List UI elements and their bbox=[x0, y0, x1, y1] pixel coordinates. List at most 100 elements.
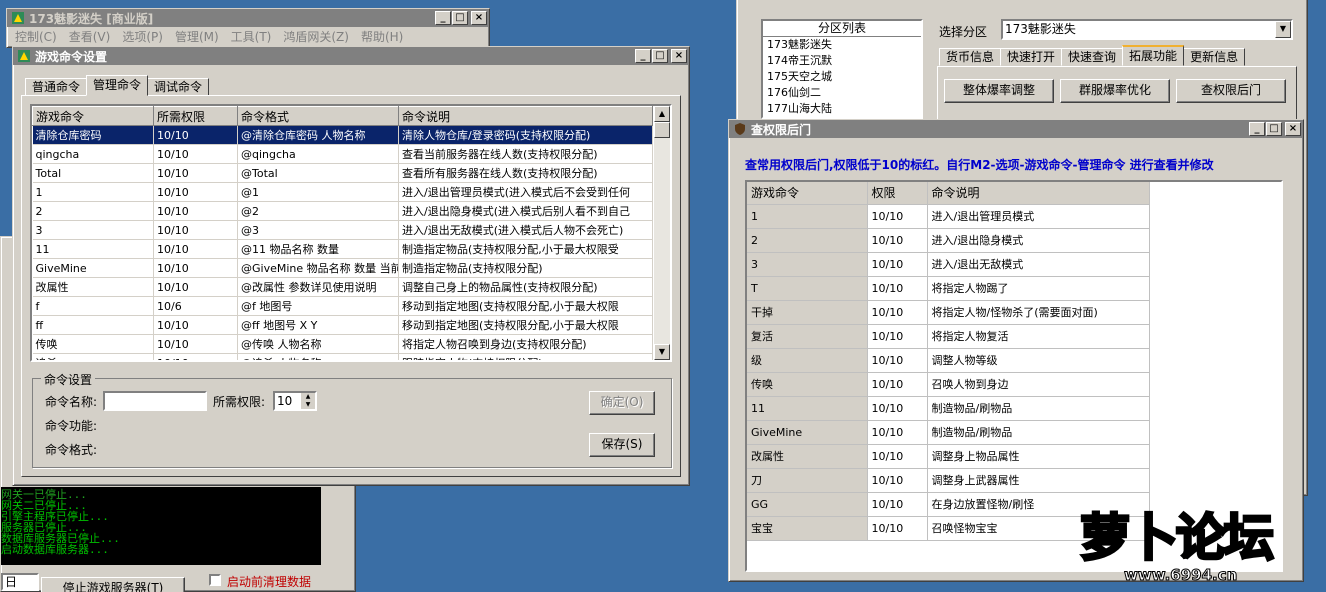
table-row[interactable]: Total 10/10 @Total 查看所有服务器在线人数(支持权限分配) bbox=[32, 163, 653, 183]
menu-view[interactable]: 查看(V) bbox=[63, 28, 117, 45]
chevron-down-icon[interactable]: ▼ bbox=[1275, 21, 1291, 38]
table-cell: 2 bbox=[747, 228, 868, 253]
app-icon bbox=[12, 12, 24, 24]
close-button[interactable]: × bbox=[1285, 122, 1301, 136]
table-cell: @改属性 参数详见使用说明 bbox=[237, 277, 399, 297]
save-button[interactable]: 保存(S) bbox=[589, 433, 655, 457]
permission-titlebar[interactable]: 查权限后门 _ □ × bbox=[729, 120, 1303, 138]
select-partition-label: 选择分区 bbox=[939, 25, 988, 39]
table-cell: @GiveMine 物品名称 数量 当前 bbox=[237, 258, 399, 278]
table-row[interactable]: 1 10/10 进入/退出管理员模式 bbox=[747, 204, 1150, 229]
menu-tools[interactable]: 工具(T) bbox=[225, 28, 278, 45]
minimize-button[interactable]: _ bbox=[435, 11, 451, 25]
col-required-perm[interactable]: 所需权限 bbox=[153, 106, 238, 126]
table-cell: 调整人物等级 bbox=[927, 348, 1150, 373]
menu-help[interactable]: 帮助(H) bbox=[355, 28, 409, 45]
table-row[interactable]: GiveMine 10/10 制造物品/刷物品 bbox=[747, 420, 1150, 445]
tab-admin-commands[interactable]: 管理命令 bbox=[86, 75, 149, 96]
close-button[interactable]: × bbox=[471, 11, 487, 25]
command-name-label: 命令名称: bbox=[45, 395, 98, 409]
command-table-scrollbar[interactable]: ▲ ▼ bbox=[654, 106, 670, 360]
minimize-button[interactable]: _ bbox=[1249, 122, 1265, 136]
table-cell: @传唤 人物名称 bbox=[237, 334, 399, 354]
date-combo-value: 日 bbox=[5, 575, 18, 589]
table-row[interactable]: ff 10/10 @ff 地图号 X Y 移动到指定地图(支持权限分配,小于最大权限 bbox=[32, 315, 653, 335]
table-cell: 10/10 bbox=[153, 201, 238, 221]
table-row[interactable]: 3 10/10 进入/退出无敌模式 bbox=[747, 252, 1150, 277]
partition-select[interactable]: 173魅影迷失 ▼ bbox=[1001, 19, 1293, 40]
date-combo[interactable]: 日 bbox=[1, 573, 39, 591]
table-row[interactable]: 刀 10/10 调整身上武器属性 bbox=[747, 468, 1150, 493]
table-row[interactable]: 追杀10/10@追杀 人物名称跟踪指定人物(支持权限分配) bbox=[32, 353, 653, 360]
tab-currency-info[interactable]: 货币信息 bbox=[939, 48, 1002, 66]
list-item[interactable]: 177山海大陆 bbox=[767, 101, 921, 117]
group-drop-rate-button[interactable]: 群服爆率优化 bbox=[1060, 79, 1170, 103]
maximize-button[interactable]: □ bbox=[652, 49, 668, 63]
table-row[interactable]: 清除仓库密码 10/10 @清除仓库密码 人物名称 清除人物仓库/登录密码(支持权限分… bbox=[32, 125, 653, 145]
permission-notice: 查常用权限后门,权限低于10的标红。自行M2-选项-游戏命令-管理命令 进行查看… bbox=[745, 158, 1214, 172]
confirm-button[interactable]: 确定(O) bbox=[589, 391, 655, 415]
table-cell: 将指定人物/怪物杀了(需要面对面) bbox=[927, 300, 1150, 325]
col-game-command[interactable]: 游戏命令 bbox=[32, 106, 154, 126]
table-cell: 进入/退出无敌模式 bbox=[927, 252, 1150, 277]
maximize-button[interactable]: □ bbox=[1266, 122, 1282, 136]
tab-extensions[interactable]: 拓展功能 bbox=[1122, 45, 1185, 66]
scroll-thumb[interactable] bbox=[654, 122, 670, 138]
main-window: 173魅影迷失 [商业版] _ □ × 控制(C) 查看(V) 选项(P) 管理… bbox=[6, 8, 490, 48]
table-row[interactable]: 11 10/10 制造物品/刷物品 bbox=[747, 396, 1150, 421]
table-cell: 进入/退出无敌模式(进入模式后人物不会死亡) bbox=[398, 220, 653, 240]
menu-options[interactable]: 选项(P) bbox=[116, 28, 169, 45]
table-row[interactable]: GiveMine 10/10 @GiveMine 物品名称 数量 当前 制造指定物品(… bbox=[32, 258, 653, 278]
menu-gateway[interactable]: 鸿盾网关(Z) bbox=[277, 28, 355, 45]
list-item[interactable]: 173魅影迷失 bbox=[767, 37, 921, 53]
list-item[interactable]: 176仙剑二 bbox=[767, 85, 921, 101]
table-cell: 将指定人物复活 bbox=[927, 324, 1150, 349]
col-game-command[interactable]: 游戏命令 bbox=[747, 182, 868, 205]
tab-normal-commands[interactable]: 普通命令 bbox=[25, 78, 88, 96]
maximize-button[interactable]: □ bbox=[452, 11, 468, 25]
minimize-button[interactable]: _ bbox=[635, 49, 651, 63]
tab-update-info[interactable]: 更新信息 bbox=[1183, 48, 1246, 66]
tab-quick-query[interactable]: 快速查询 bbox=[1061, 48, 1124, 66]
table-cell: 将指定人物召唤到身边(支持权限分配) bbox=[398, 334, 653, 354]
table-row[interactable]: 2 10/10 @2 进入/退出隐身模式(进入模式后别人看不到自己 bbox=[32, 201, 653, 221]
table-row[interactable]: f 10/6 @f 地图号 移动到指定地图(支持权限分配,小于最大权限 bbox=[32, 296, 653, 316]
table-row[interactable]: 干掉 10/10 将指定人物/怪物杀了(需要面对面) bbox=[747, 300, 1150, 325]
game-command-titlebar[interactable]: 游戏命令设置 _ □ × bbox=[13, 47, 689, 65]
table-row[interactable]: 级 10/10 调整人物等级 bbox=[747, 348, 1150, 373]
required-perm-spinner[interactable]: 10 ▲ ▼ bbox=[273, 391, 317, 411]
menu-control[interactable]: 控制(C) bbox=[9, 28, 63, 45]
table-row[interactable]: 传唤 10/10 @传唤 人物名称 将指定人物召唤到身边(支持权限分配) bbox=[32, 334, 653, 354]
table-row[interactable]: T 10/10 将指定人物踢了 bbox=[747, 276, 1150, 301]
table-row[interactable]: qingcha 10/10 @qingcha 查看当前服务器在线人数(支持权限分配) bbox=[32, 144, 653, 164]
command-name-input[interactable] bbox=[103, 391, 207, 411]
check-permission-backdoor-button[interactable]: 查权限后门 bbox=[1176, 79, 1286, 103]
list-item[interactable]: 174帝王沉默 bbox=[767, 53, 921, 69]
scroll-down-icon[interactable]: ▼ bbox=[654, 344, 670, 360]
overall-drop-rate-button[interactable]: 整体爆率调整 bbox=[944, 79, 1054, 103]
clear-data-checkbox[interactable] bbox=[209, 574, 221, 586]
table-row[interactable]: 复活 10/10 将指定人物复活 bbox=[747, 324, 1150, 349]
table-cell: 干掉 bbox=[747, 300, 868, 325]
col-permission[interactable]: 权限 bbox=[867, 182, 928, 205]
col-description[interactable]: 命令说明 bbox=[927, 182, 1150, 205]
scroll-up-icon[interactable]: ▲ bbox=[654, 106, 670, 122]
list-item[interactable]: 175天空之城 bbox=[767, 69, 921, 85]
table-row[interactable]: 改属性 10/10 调整身上物品属性 bbox=[747, 444, 1150, 469]
table-row[interactable]: 2 10/10 进入/退出隐身模式 bbox=[747, 228, 1150, 253]
table-row[interactable]: 改属性 10/10 @改属性 参数详见使用说明 调整自己身上的物品属性(支持权限分配) bbox=[32, 277, 653, 297]
spinner-arrows-icon[interactable]: ▲ ▼ bbox=[301, 393, 315, 409]
tab-quick-open[interactable]: 快速打开 bbox=[1000, 48, 1063, 66]
col-command-format[interactable]: 命令格式 bbox=[237, 106, 399, 126]
table-row[interactable]: 11 10/10 @11 物品名称 数量 制造指定物品(支持权限分配,小于最大权限受 bbox=[32, 239, 653, 259]
main-window-titlebar[interactable]: 173魅影迷失 [商业版] _ □ × bbox=[7, 9, 489, 27]
tab-debug-commands[interactable]: 调试命令 bbox=[147, 78, 210, 96]
col-command-desc[interactable]: 命令说明 bbox=[398, 106, 653, 126]
close-button[interactable]: × bbox=[671, 49, 687, 63]
menu-manage[interactable]: 管理(M) bbox=[169, 28, 225, 45]
stop-game-server-button[interactable]: 停止游戏服务器(T) bbox=[41, 577, 185, 592]
table-cell: 进入/退出管理员模式 bbox=[927, 204, 1150, 229]
table-row[interactable]: 1 10/10 @1 进入/退出管理员模式(进入模式后不会受到任何 bbox=[32, 182, 653, 202]
table-row[interactable]: 传唤 10/10 召唤人物到身边 bbox=[747, 372, 1150, 397]
table-row[interactable]: 3 10/10 @3 进入/退出无敌模式(进入模式后人物不会死亡) bbox=[32, 220, 653, 240]
